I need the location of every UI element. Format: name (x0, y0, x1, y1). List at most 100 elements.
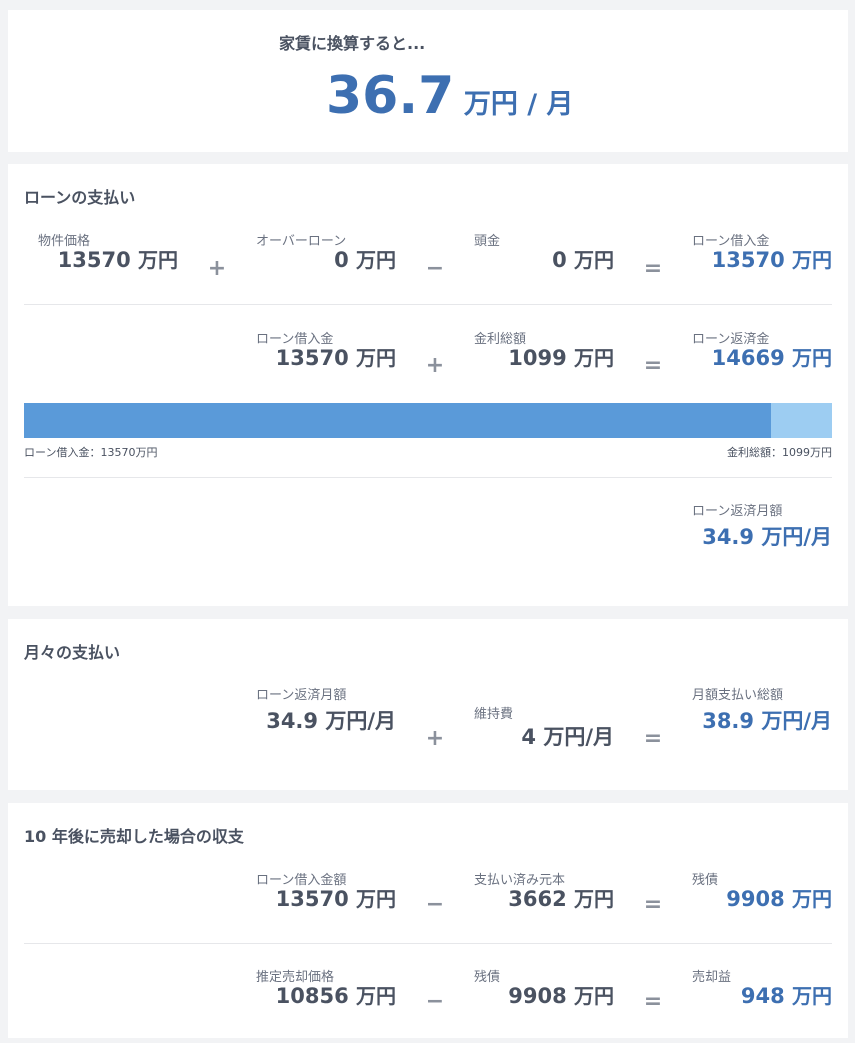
sale-loan-amount-amount: 13570 万円 (256, 888, 396, 910)
minus-operator: − (425, 989, 445, 1014)
monthly-total: 月額支払い総額 38.9 万円/月 (692, 684, 832, 740)
plus-operator: + (207, 256, 227, 281)
unit-label: 万円 (574, 346, 614, 370)
rent-equivalent-amount: 36.7 万円 / 月 (326, 66, 574, 126)
unit-label: 万円 (792, 248, 832, 272)
unit-label: 万円 (356, 984, 396, 1008)
monthly-loan-repayment-label: ローン返済月額 (692, 504, 783, 519)
sale-profit-value: 948 (740, 984, 785, 1008)
loan-principal-amount: 13570 万円 (692, 249, 832, 271)
divider (24, 943, 832, 944)
sale-profit-amount: 948 万円 (692, 985, 832, 1007)
loan-payment-card: ローンの支払い 物件価格 13570 万円 + オーバーローン 0 万円 − 頭… (8, 164, 848, 606)
rent-equivalent-value: 36.7 (326, 66, 455, 126)
unit-label: 万円 (792, 984, 832, 1008)
loan-repayment-value: 14669 (711, 346, 785, 370)
monthly-loan-repayment: ローン返済月額 34.9 万円/月 (692, 500, 832, 556)
remaining-debt-2-amount: 9908 万円 (474, 985, 614, 1007)
down-payment: 頭金 0 万円 (474, 230, 614, 271)
total-interest-amount: 1099 万円 (474, 347, 614, 369)
sale-profit: 売却益 948 万円 (692, 966, 832, 1007)
over-loan-label: オーバーローン (256, 234, 347, 249)
monthly-total-value: 38.9 万円/月 (702, 709, 832, 733)
unit-label: 万円 (138, 248, 178, 272)
loan-principal-2-amount: 13570 万円 (256, 347, 396, 369)
sale-profit-label: 売却益 (692, 970, 732, 985)
down-payment-value: 0 (552, 248, 567, 272)
unit-label: 万円 (574, 248, 614, 272)
over-loan-value: 0 (334, 248, 349, 272)
equals-operator: = (643, 892, 663, 917)
paid-principal-amount: 3662 万円 (474, 888, 614, 910)
monthly-payment-card: 月々の支払い ローン返済月額 34.9 万円/月 + 維持費 4 万円/月 = … (8, 619, 848, 790)
loan-principal: ローン借入金 13570 万円 (692, 230, 832, 271)
unit-label: 万円 (356, 887, 396, 911)
loan-principal-bar-caption: ローン借入金：13570万円 (24, 446, 158, 459)
loan-repayment: ローン返済金 14669 万円 (692, 328, 832, 369)
monthly-repayment: ローン返済月額 34.9 万円/月 (256, 684, 396, 740)
total-interest-value: 1099 (508, 346, 567, 370)
paid-principal-label: 支払い済み元本 (474, 873, 566, 888)
over-loan: オーバーローン 0 万円 (256, 230, 396, 271)
unit-label: 万円 (356, 248, 396, 272)
rent-equivalent-caption: 家賃に換算すると... (279, 34, 426, 53)
remaining-debt-label: 残債 (692, 873, 719, 888)
monthly-repayment-value: 34.9 万円/月 (266, 709, 396, 733)
remaining-debt: 残債 9908 万円 (692, 869, 832, 910)
remaining-debt-2: 残債 9908 万円 (474, 966, 614, 1007)
rent-equivalent-unit: 万円 / 月 (463, 89, 574, 120)
equals-operator: = (643, 256, 663, 281)
loan-repayment-label: ローン返済金 (692, 332, 770, 347)
maintenance-fee-label: 維持費 (474, 707, 514, 722)
total-interest-label: 金利総額 (474, 332, 527, 347)
down-payment-amount: 0 万円 (474, 249, 614, 271)
unit-label: 万円 (356, 346, 396, 370)
sale-loan-amount-value: 13570 (275, 887, 349, 911)
plus-operator: + (425, 353, 445, 378)
plus-operator: + (425, 726, 445, 751)
sale-balance-card: 10 年後に売却した場合の収支 ローン借入金額 13570 万円 − 支払い済み… (8, 803, 848, 1038)
loan-repayment-amount: 14669 万円 (692, 347, 832, 369)
divider (24, 477, 832, 478)
estimated-sale-price-value: 10856 (275, 984, 349, 1008)
equals-operator: = (643, 353, 663, 378)
unit-label: 万円 (792, 887, 832, 911)
interest-bar-caption: 金利総額：1099万円 (727, 446, 832, 459)
loan-principal-2: ローン借入金 13570 万円 (256, 328, 396, 369)
property-price-amount: 13570 万円 (38, 249, 178, 271)
property-price: 物件価格 13570 万円 (38, 230, 178, 271)
equals-operator: = (643, 989, 663, 1014)
paid-principal-value: 3662 (508, 887, 567, 911)
over-loan-amount: 0 万円 (256, 249, 396, 271)
loan-breakdown-bar (24, 403, 832, 438)
monthly-payment-title: 月々の支払い (24, 643, 121, 662)
paid-principal: 支払い済み元本 3662 万円 (474, 869, 614, 910)
down-payment-label: 頭金 (474, 234, 501, 249)
loan-principal-2-label: ローン借入金 (256, 332, 334, 347)
loan-principal-label: ローン借入金 (692, 234, 770, 249)
loan-principal-2-value: 13570 (275, 346, 349, 370)
property-price-value: 13570 (57, 248, 131, 272)
unit-label: 万円 (792, 346, 832, 370)
minus-operator: − (425, 256, 445, 281)
sale-loan-amount: ローン借入金額 13570 万円 (256, 869, 396, 910)
monthly-repayment-label: ローン返済月額 (256, 688, 347, 703)
rent-equivalent-card: 家賃に換算すると... 36.7 万円 / 月 (8, 10, 848, 152)
property-price-label: 物件価格 (38, 234, 91, 249)
sale-loan-amount-label: ローン借入金額 (256, 873, 347, 888)
loan-payment-title: ローンの支払い (24, 188, 136, 207)
remaining-debt-2-value: 9908 (508, 984, 567, 1008)
monthly-loan-repayment-value: 34.9 万円/月 (702, 525, 832, 549)
remaining-debt-amount: 9908 万円 (692, 888, 832, 910)
remaining-debt-2-label: 残債 (474, 970, 501, 985)
unit-label: 万円 (574, 984, 614, 1008)
estimated-sale-price: 推定売却価格 10856 万円 (256, 966, 396, 1007)
unit-label: 万円 (574, 887, 614, 911)
estimated-sale-price-amount: 10856 万円 (256, 985, 396, 1007)
maintenance-fee: 維持費 4 万円/月 (474, 703, 614, 748)
estimated-sale-price-label: 推定売却価格 (256, 970, 335, 985)
loan-principal-bar-segment (24, 403, 772, 438)
equals-operator: = (643, 726, 663, 751)
maintenance-fee-value: 4 万円/月 (521, 725, 614, 749)
divider (24, 304, 832, 305)
